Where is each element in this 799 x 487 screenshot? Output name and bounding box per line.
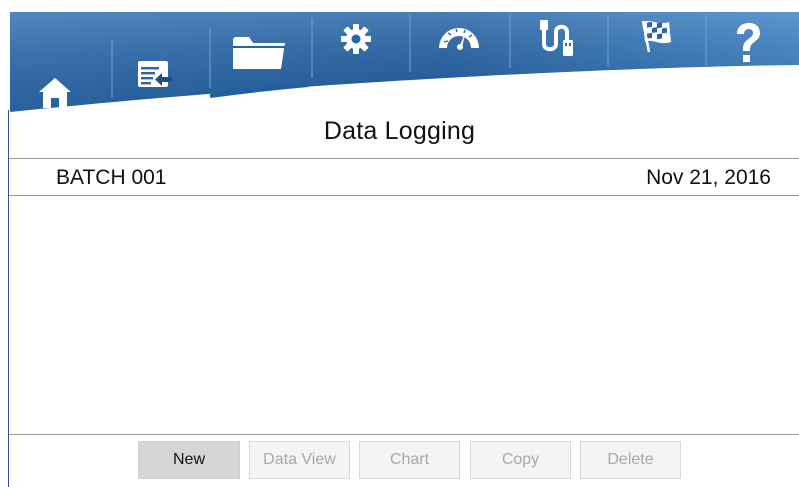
tab-import[interactable] xyxy=(130,56,180,94)
usb-icon xyxy=(540,20,573,56)
list-item[interactable]: BATCH 001 Nov 21, 2016 xyxy=(9,158,799,196)
batch-name: BATCH 001 xyxy=(56,166,167,189)
tab-finish[interactable] xyxy=(632,16,680,56)
tab-help[interactable] xyxy=(728,20,768,66)
page-title: Data Logging xyxy=(323,117,476,145)
batch-list-area[interactable] xyxy=(9,196,799,434)
gauge-icon xyxy=(439,28,479,50)
tab-usb[interactable] xyxy=(533,16,581,60)
import-icon xyxy=(138,61,172,87)
new-button[interactable]: New xyxy=(138,441,240,479)
tab-settings[interactable] xyxy=(333,20,379,58)
help-icon xyxy=(737,23,760,62)
folder-icon xyxy=(233,37,285,69)
checkered-flag-icon xyxy=(641,20,671,53)
batch-date: Nov 21, 2016 xyxy=(646,166,771,189)
home-icon xyxy=(39,78,71,108)
tab-folder[interactable] xyxy=(228,30,290,76)
data-view-button[interactable]: Data View xyxy=(249,441,350,479)
tab-home[interactable] xyxy=(30,74,80,112)
chart-button[interactable]: Chart xyxy=(359,441,460,479)
delete-button[interactable]: Delete xyxy=(580,441,681,479)
tab-gauge[interactable] xyxy=(432,18,486,52)
copy-button[interactable]: Copy xyxy=(470,441,571,479)
gear-icon xyxy=(341,24,371,54)
toolbar-divider xyxy=(9,434,799,435)
app-window: Data Logging BATCH 001 Nov 21, 2016 New … xyxy=(0,0,799,487)
